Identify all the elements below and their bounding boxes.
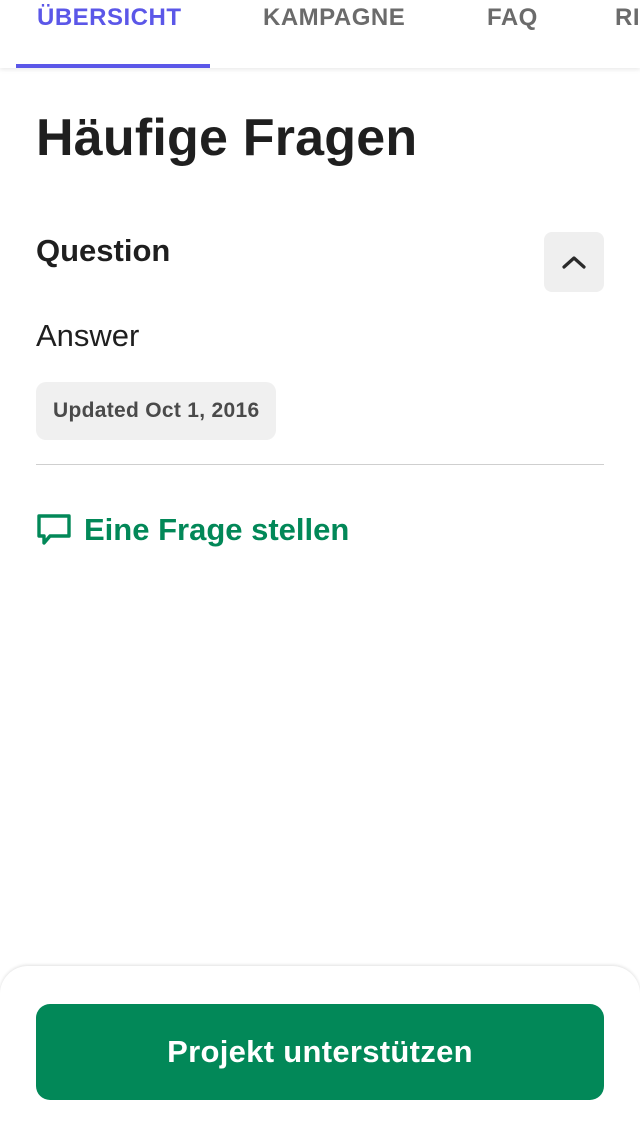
faq-question[interactable]: Question [36,233,170,269]
updated-badge: Updated Oct 1, 2016 [36,382,277,440]
faq-toggle-button[interactable] [544,232,604,292]
tab-kampagne[interactable]: KAMPAGNE [263,4,405,32]
divider [36,464,604,465]
tab-faq[interactable]: FAQ [487,4,538,32]
chat-bubble-icon [37,514,71,545]
faq-answer: Answer [36,318,140,353]
chevron-up-icon [562,256,586,269]
tab-uebersicht[interactable]: ÜBERSICHT [37,4,182,32]
footer-bar: Projekt unterstützen [0,966,640,1136]
tab-ri[interactable]: RI [615,4,640,32]
ask-question-label: Eine Frage stellen [84,512,350,547]
active-tab-indicator [16,64,210,68]
ask-question-link[interactable]: Eine Frage stellen [36,512,349,548]
page-title: Häufige Fragen [36,109,418,167]
back-project-button[interactable]: Projekt unterstützen [36,1004,604,1100]
tab-bar: ÜBERSICHT KAMPAGNE FAQ RI [0,0,640,68]
